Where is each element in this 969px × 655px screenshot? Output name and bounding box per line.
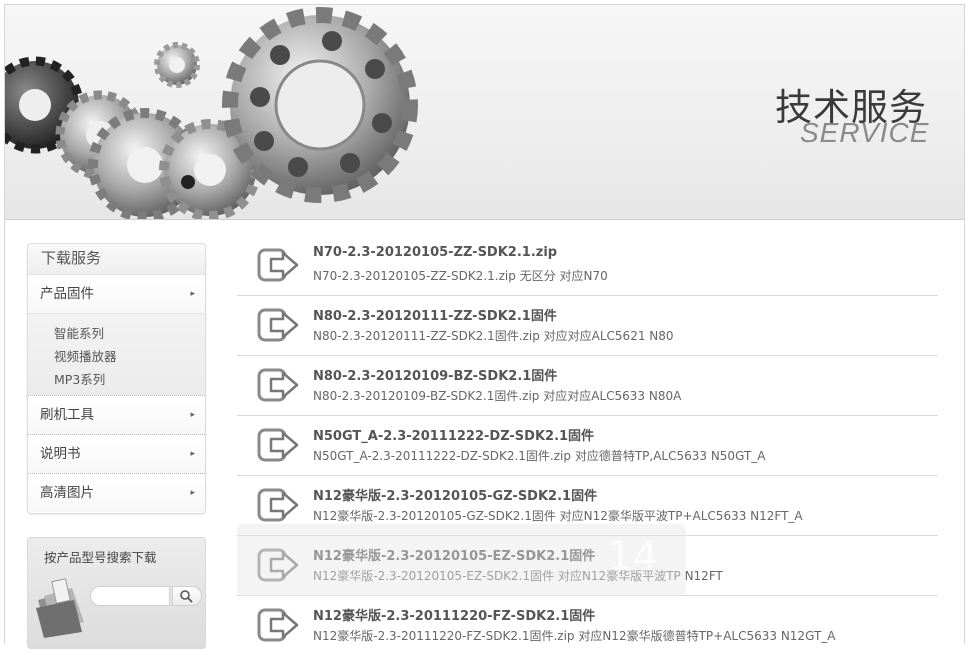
chevron-right-icon: ▸: [190, 410, 195, 420]
download-title-link[interactable]: N12豪华版-2.3-20120105-GZ-SDK2.1固件: [313, 485, 597, 504]
download-row: N12豪华版-2.3-20120105-EZ-SDK2.1固件 N12豪华版-2…: [237, 536, 938, 596]
gears-illustration: [5, 7, 418, 219]
chevron-right-icon: ▸: [190, 449, 195, 459]
gear-small: [154, 42, 200, 88]
sidebar-item-hd-images[interactable]: 高清图片 ▸: [28, 473, 205, 512]
download-row: N80-2.3-20120109-BZ-SDK2.1固件 N80-2.3-201…: [237, 356, 938, 416]
download-description: N12豪华版-2.3-20120105-GZ-SDK2.1固件 对应N12豪华版…: [313, 509, 803, 523]
download-description: N50GT_A-2.3-20111222-DZ-SDK2.1固件.zip 对应德…: [313, 449, 766, 463]
download-row: N70-2.3-20120105-ZZ-SDK2.1.zip N70-2.3-2…: [237, 236, 938, 296]
folder-icon: [36, 578, 84, 638]
model-search-panel: 按产品型号搜索下载: [27, 537, 206, 649]
search-icon: [180, 590, 193, 603]
download-arrow-icon[interactable]: [257, 546, 299, 584]
download-title-link[interactable]: N80-2.3-20120109-BZ-SDK2.1固件: [313, 365, 557, 384]
download-row: N12豪华版-2.3-20120105-GZ-SDK2.1固件 N12豪华版-2…: [237, 476, 938, 536]
submenu-item-smart-series[interactable]: 智能系列: [28, 322, 205, 345]
download-arrow-icon[interactable]: [257, 366, 299, 404]
download-title-link[interactable]: N12豪华版-2.3-20111220-FZ-SDK2.1固件: [313, 605, 595, 624]
download-list: N70-2.3-20120105-ZZ-SDK2.1.zip N70-2.3-2…: [237, 236, 938, 655]
download-description: N12豪华版-2.3-20111220-FZ-SDK2.1固件.zip 对应N1…: [313, 629, 836, 643]
download-description: N80-2.3-20120111-ZZ-SDK2.1固件.zip 对应对应ALC…: [313, 329, 674, 343]
sidebar-item-label: 说明书: [40, 446, 81, 462]
gear-large: [222, 7, 418, 203]
firmware-submenu: 智能系列 视频播放器 MP3系列: [28, 313, 205, 395]
submenu-item-mp3-series[interactable]: MP3系列: [28, 368, 205, 391]
download-title-link[interactable]: N70-2.3-20120105-ZZ-SDK2.1.zip: [313, 245, 557, 260]
chevron-right-icon: ▸: [190, 488, 195, 498]
download-arrow-icon[interactable]: [257, 306, 299, 344]
sidebar-item-label: 产品固件: [40, 286, 94, 302]
header-banner: 技术服务 SERVICE: [5, 5, 964, 220]
banner-subtitle: SERVICE: [800, 117, 930, 148]
sidebar-item-label: 高清图片: [40, 485, 94, 501]
submenu-item-video-player[interactable]: 视频播放器: [28, 345, 205, 368]
sidebar-item-manuals[interactable]: 说明书 ▸: [28, 434, 205, 473]
download-row: N12豪华版-2.3-20111220-FZ-SDK2.1固件 N12豪华版-2…: [237, 596, 938, 655]
sidebar-item-product-firmware[interactable]: 产品固件 ▸: [28, 275, 205, 313]
sidebar-item-flash-tools[interactable]: 刷机工具 ▸: [28, 395, 205, 434]
chevron-right-icon: ▸: [190, 289, 195, 299]
download-title-link[interactable]: N80-2.3-20120111-ZZ-SDK2.1固件: [313, 305, 557, 324]
download-service-sidebar: 下载服务 产品固件 ▸ 智能系列 视频播放器 MP3系列 刷机工具 ▸ 说明书 …: [27, 243, 206, 514]
download-description: N70-2.3-20120105-ZZ-SDK2.1.zip 无区分 对应N70: [313, 269, 608, 283]
download-arrow-icon[interactable]: [257, 486, 299, 524]
download-arrow-icon[interactable]: [257, 426, 299, 464]
search-title: 按产品型号搜索下载: [44, 550, 157, 565]
download-row: N50GT_A-2.3-20111222-DZ-SDK2.1固件 N50GT_A…: [237, 416, 938, 476]
sidebar-heading: 下载服务: [28, 244, 205, 275]
model-search-input[interactable]: [90, 586, 170, 606]
download-title-link[interactable]: N12豪华版-2.3-20120105-EZ-SDK2.1固件: [313, 545, 595, 564]
download-arrow-icon[interactable]: [257, 246, 299, 284]
download-description: N12豪华版-2.3-20120105-EZ-SDK2.1固件 对应N12豪华版…: [313, 569, 723, 583]
download-title-link[interactable]: N50GT_A-2.3-20111222-DZ-SDK2.1固件: [313, 425, 594, 444]
search-button[interactable]: [172, 586, 202, 606]
sidebar-item-label: 刷机工具: [40, 407, 94, 423]
download-row: N80-2.3-20120111-ZZ-SDK2.1固件 N80-2.3-201…: [237, 296, 938, 356]
download-description: N80-2.3-20120109-BZ-SDK2.1固件.zip 对应对应ALC…: [313, 389, 682, 403]
download-arrow-icon[interactable]: [257, 606, 299, 644]
